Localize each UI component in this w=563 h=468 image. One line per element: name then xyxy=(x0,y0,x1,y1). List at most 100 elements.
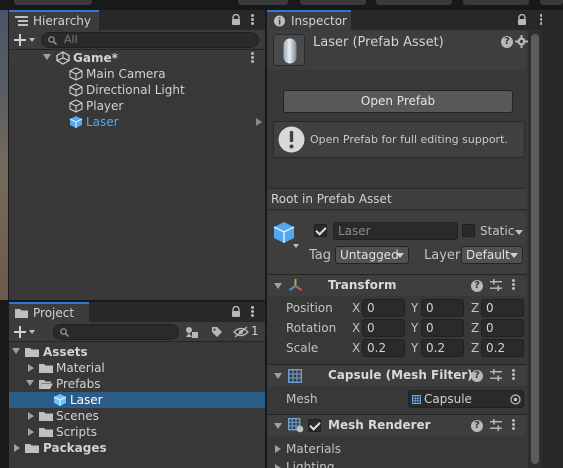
scale-y-field[interactable]: 0.2 xyxy=(421,339,464,357)
toolbar-button-fragment[interactable] xyxy=(463,0,529,5)
filter-by-type-icon[interactable] xyxy=(185,326,199,338)
kebab-menu-icon[interactable] xyxy=(512,419,516,431)
eye-hidden-icon[interactable] xyxy=(233,326,249,338)
list-item[interactable]: Player xyxy=(9,98,265,114)
expand-arrow-icon[interactable] xyxy=(26,380,34,386)
expand-arrow-icon[interactable] xyxy=(274,373,282,379)
expand-arrow-icon[interactable] xyxy=(43,54,51,60)
list-item[interactable]: Main Camera xyxy=(9,66,265,82)
tab-hierarchy[interactable]: Hierarchy xyxy=(9,10,99,30)
static-checkbox[interactable] xyxy=(462,224,475,237)
collapse-arrow-icon[interactable] xyxy=(275,445,281,453)
mesh-value: Capsule xyxy=(424,392,472,406)
folder-row-scripts[interactable]: Scripts xyxy=(9,424,265,440)
expand-arrow-icon[interactable] xyxy=(274,283,282,289)
collapse-arrow-icon[interactable] xyxy=(275,464,281,468)
scale-label: Scale xyxy=(286,341,319,355)
materials-foldout-label[interactable]: Materials xyxy=(286,442,341,456)
lock-icon[interactable] xyxy=(231,14,241,26)
folder-row-packages[interactable]: Packages xyxy=(9,440,265,456)
scale-z-field[interactable]: 0.2 xyxy=(481,339,524,357)
sliders-icon[interactable] xyxy=(490,369,502,381)
open-prefab-button[interactable]: Open Prefab xyxy=(283,90,513,113)
rotation-x-field[interactable]: 0 xyxy=(362,319,405,337)
list-item[interactable]: Directional Light xyxy=(9,82,265,98)
settings-icon[interactable] xyxy=(515,35,528,48)
chevron-down-icon[interactable] xyxy=(29,38,35,42)
search-placeholder: All xyxy=(64,33,78,46)
hierarchy-search-input[interactable]: All xyxy=(41,32,259,48)
collapse-arrow-icon[interactable] xyxy=(28,428,34,436)
sliders-icon[interactable] xyxy=(490,279,502,291)
root-label: Root in Prefab Asset xyxy=(271,192,392,206)
mesh-renderer-enabled-checkbox[interactable] xyxy=(308,419,321,432)
help-icon[interactable]: ? xyxy=(501,36,513,48)
kebab-menu-icon[interactable] xyxy=(512,369,516,381)
folder-label: Assets xyxy=(43,345,88,359)
tab-project[interactable]: Project xyxy=(9,302,89,322)
asset-row-laser[interactable]: Laser xyxy=(9,392,265,408)
active-checkbox[interactable] xyxy=(314,224,327,237)
chevron-down-icon[interactable] xyxy=(29,330,35,334)
mesh-filter-component-header[interactable]: Capsule (Mesh Filter) ? xyxy=(268,364,526,386)
kebab-menu-icon[interactable] xyxy=(251,52,255,64)
expand-arrow-icon[interactable] xyxy=(274,423,282,429)
axis-y-label: Y xyxy=(411,301,419,315)
mesh-object-field[interactable]: Capsule xyxy=(408,390,524,408)
tag-icon[interactable] xyxy=(211,326,223,338)
collapse-arrow-icon[interactable] xyxy=(28,364,34,372)
toolbar-button-fragment[interactable] xyxy=(376,0,452,5)
transform-component-header[interactable]: Transform ? xyxy=(268,274,526,296)
kebab-menu-icon[interactable] xyxy=(251,306,255,318)
kebab-menu-icon[interactable] xyxy=(251,14,255,26)
mesh-grid-icon xyxy=(412,395,421,404)
chevron-down-icon[interactable] xyxy=(293,244,299,248)
folder-row-assets[interactable]: Assets xyxy=(9,344,265,360)
expand-arrow-icon[interactable] xyxy=(12,348,20,354)
scrollbar-thumb[interactable] xyxy=(531,34,539,464)
scene-view-edge[interactable] xyxy=(0,10,8,300)
folder-row-scenes[interactable]: Scenes xyxy=(9,408,265,424)
plus-icon[interactable] xyxy=(14,34,26,46)
mesh-renderer-component-header[interactable]: Mesh Renderer ? xyxy=(268,414,526,436)
lock-icon[interactable] xyxy=(517,14,527,26)
position-x-field[interactable]: 0 xyxy=(362,299,405,317)
help-icon[interactable]: ? xyxy=(471,370,483,382)
toolbar-button-fragment[interactable] xyxy=(238,0,288,5)
inspector-scrollbar[interactable] xyxy=(528,30,542,468)
kebab-menu-icon[interactable] xyxy=(512,279,516,291)
list-item-label: Laser xyxy=(86,115,119,129)
object-name-field[interactable]: Laser xyxy=(333,222,458,240)
position-label: Position xyxy=(286,301,333,315)
object-picker-icon[interactable] xyxy=(510,394,521,405)
rotation-y-field[interactable]: 0 xyxy=(421,319,464,337)
toolbar-button-fragment[interactable] xyxy=(300,0,366,5)
chevron-right-icon[interactable] xyxy=(256,118,262,126)
chevron-down-icon[interactable] xyxy=(515,230,523,235)
lighting-foldout-label[interactable]: Lighting xyxy=(286,460,335,468)
position-y-field[interactable]: 0 xyxy=(421,299,464,317)
toolbar-button-fragment[interactable] xyxy=(14,0,92,5)
rotation-z-field[interactable]: 0 xyxy=(481,319,524,337)
help-icon[interactable]: ? xyxy=(471,280,483,292)
axis-y-label: Y xyxy=(411,321,419,335)
sliders-icon[interactable] xyxy=(490,419,502,431)
folder-row-material[interactable]: Material xyxy=(9,360,265,376)
layer-dropdown[interactable]: Default xyxy=(461,246,523,264)
scale-x-field[interactable]: 0.2 xyxy=(362,339,405,357)
tab-inspector[interactable]: Inspector xyxy=(267,10,351,30)
position-z-field[interactable]: 0 xyxy=(481,299,524,317)
lock-icon[interactable] xyxy=(231,306,241,318)
list-item[interactable]: Laser xyxy=(9,114,265,130)
plus-icon[interactable] xyxy=(14,326,26,338)
project-search-input[interactable] xyxy=(53,324,179,340)
help-icon[interactable]: ? xyxy=(471,420,483,432)
scene-row[interactable]: Game* xyxy=(9,50,265,66)
folder-row-prefabs[interactable]: Prefabs xyxy=(9,376,265,392)
toolbar-button-fragment[interactable] xyxy=(540,0,563,5)
tag-dropdown[interactable]: Untagged xyxy=(335,246,409,264)
static-label: Static xyxy=(480,224,515,238)
folder-label: Material xyxy=(56,361,105,375)
collapse-arrow-icon[interactable] xyxy=(14,444,20,452)
collapse-arrow-icon[interactable] xyxy=(28,412,34,420)
